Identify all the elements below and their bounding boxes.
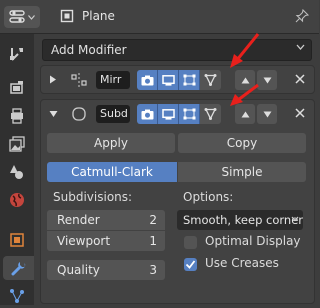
use-creases-label: Use Creases (205, 256, 279, 270)
pin-icon[interactable] (295, 9, 309, 23)
tab-simple[interactable]: Simple (178, 162, 306, 182)
quality-field[interactable]: Quality 3 (47, 260, 165, 280)
show-render-button[interactable] (137, 104, 158, 124)
object-tab[interactable] (4, 228, 30, 252)
collapse-triangle-icon[interactable] (49, 110, 58, 118)
properties-header: Plane (0, 0, 319, 34)
viewport-levels-field[interactable]: Viewport 1 (47, 231, 165, 251)
wrench-screwdriver-icon (10, 48, 23, 61)
image-stack-icon (9, 136, 25, 152)
triangle-up-icon (241, 111, 249, 117)
scene-tab[interactable] (4, 160, 30, 184)
subdivisions-label: Subdivisions: (53, 190, 133, 204)
camera-icon (141, 75, 153, 85)
modifier-panel-area: Add Modifier Mirr Subd Apply Copy Catmul… (34, 34, 319, 305)
edit-mode-icon (183, 74, 195, 86)
quality-value: 3 (149, 263, 157, 277)
tab-catmull-clark[interactable]: Catmull-Clark (47, 162, 177, 182)
show-editmode-button[interactable] (179, 70, 200, 90)
add-modifier-dropdown[interactable]: Add Modifier (42, 39, 312, 61)
view-layer-tab[interactable] (4, 132, 30, 156)
add-modifier-label: Add Modifier (51, 43, 127, 57)
world-tab[interactable] (4, 188, 30, 212)
chevron-down-icon (291, 216, 299, 222)
particles-tab[interactable] (4, 284, 30, 308)
modifier-name-field[interactable]: Subd (96, 105, 130, 123)
monitor-icon (161, 108, 175, 120)
move-buttons (235, 104, 277, 124)
viewport-levels-label: Viewport (57, 234, 111, 248)
triangle-down-icon (263, 77, 271, 83)
render-levels-field[interactable]: Render 2 (47, 210, 165, 230)
copy-button[interactable]: Copy (178, 133, 306, 153)
show-editmode-button[interactable] (179, 104, 200, 124)
output-tab[interactable] (4, 104, 30, 128)
optimal-display-checkbox[interactable] (184, 236, 197, 249)
object-name: Plane (82, 9, 115, 23)
uv-smooth-value: Smooth, keep corners (183, 213, 303, 227)
render-tab[interactable] (4, 76, 30, 100)
monitor-icon (161, 74, 175, 86)
show-on-cage-button[interactable] (200, 104, 221, 124)
cage-triangle-icon (204, 74, 217, 86)
move-down-button[interactable] (257, 70, 277, 90)
render-levels-value: 2 (149, 213, 157, 227)
cone-sphere-icon (10, 165, 23, 179)
visibility-buttons (137, 70, 221, 90)
move-buttons (235, 70, 277, 90)
apply-button[interactable]: Apply (47, 133, 175, 153)
subsurf-modifier-panel: Subd Apply Copy Catmull-Clark Simple Sub… (40, 99, 315, 304)
optimal-display-label: Optimal Display (205, 234, 301, 248)
modifier-tab[interactable] (3, 256, 34, 280)
quality-label: Quality (57, 263, 100, 277)
move-up-button[interactable] (235, 104, 255, 124)
mirror-modifier-panel: Mirr (40, 65, 315, 94)
mesh-object-icon (60, 9, 74, 23)
cage-triangle-icon (204, 108, 217, 120)
options-label: Options: (183, 190, 234, 204)
tool-tab[interactable] (4, 42, 30, 66)
mirror-modifier-icon (71, 73, 87, 87)
uv-smooth-dropdown[interactable]: Smooth, keep corners (177, 210, 303, 230)
expand-triangle-icon[interactable] (49, 75, 57, 84)
show-render-button[interactable] (137, 70, 158, 90)
square-object-icon (10, 233, 24, 247)
modifier-header: Subd (41, 100, 314, 128)
viewport-levels-value: 1 (149, 234, 157, 248)
printer-icon (11, 108, 23, 124)
chevron-down-icon (296, 44, 305, 50)
modifier-name-field[interactable]: Mirr (96, 71, 130, 89)
chevron-down-icon (28, 14, 35, 20)
show-viewport-button[interactable] (158, 70, 179, 90)
camera-back-icon (10, 81, 23, 94)
modifier-header: Mirr (41, 66, 314, 94)
close-icon[interactable] (294, 107, 306, 119)
properties-tab-column (0, 34, 34, 305)
close-icon[interactable] (294, 73, 306, 85)
triangle-up-icon (241, 77, 249, 83)
move-up-button[interactable] (235, 70, 255, 90)
triangle-down-icon (263, 111, 271, 117)
camera-icon (141, 109, 153, 119)
show-on-cage-button[interactable] (200, 70, 221, 90)
move-down-button[interactable] (257, 104, 277, 124)
visibility-buttons (137, 104, 221, 124)
wrench-icon (11, 262, 25, 276)
show-viewport-button[interactable] (158, 104, 179, 124)
edit-mode-icon (183, 108, 195, 120)
render-levels-label: Render (57, 213, 100, 227)
editor-type-button[interactable] (4, 6, 40, 28)
particles-icon (10, 289, 24, 303)
properties-editor-icon (9, 10, 25, 23)
checkmark-icon (185, 260, 196, 269)
use-creases-checkbox[interactable] (184, 258, 197, 271)
subsurf-modifier-icon (72, 107, 86, 121)
globe-icon (10, 193, 24, 207)
